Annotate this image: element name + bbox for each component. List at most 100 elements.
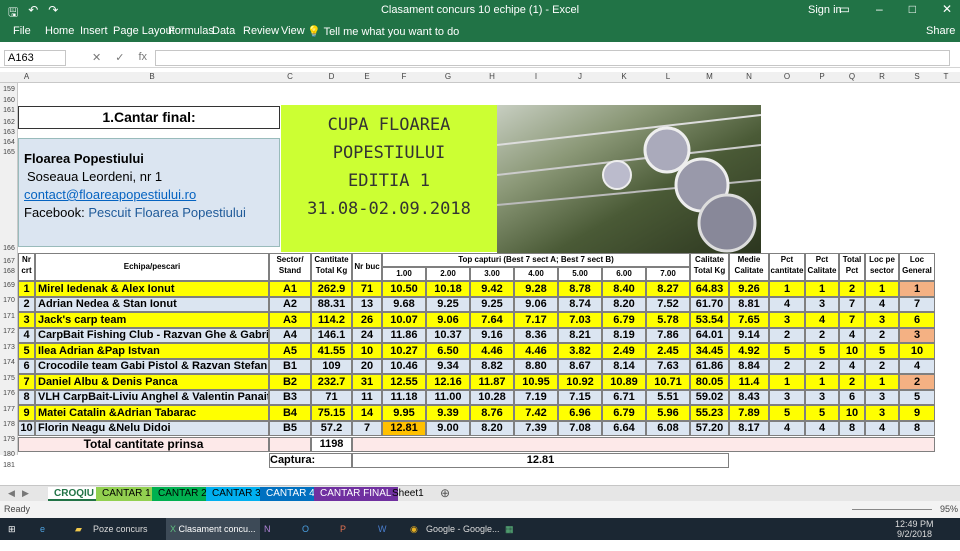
team-loc-sector[interactable]: 4 [865, 421, 899, 436]
col-header[interactable]: C [269, 72, 311, 81]
team-medie[interactable]: 9.26 [729, 281, 769, 297]
team-stand[interactable]: B2 [269, 374, 311, 390]
team-total-kg[interactable]: 262.9 [311, 281, 352, 297]
header-total-pct[interactable]: Total Pct [839, 253, 865, 281]
tab-view[interactable]: View [281, 25, 305, 37]
close-icon[interactable]: ✕ [942, 2, 952, 16]
team-nr[interactable]: 7 [18, 374, 35, 390]
team-top-capture[interactable]: 4.46 [514, 343, 558, 359]
row-header[interactable]: 163 [0, 129, 18, 136]
team-pct-cant[interactable]: 5 [769, 343, 805, 359]
col-header[interactable]: S [899, 72, 935, 81]
team-nr[interactable]: 2 [18, 297, 35, 312]
header-top-col[interactable]: 3.00 [470, 267, 514, 281]
team-calitate[interactable]: 57.20 [690, 421, 729, 436]
team-top-capture[interactable]: 8.80 [514, 359, 558, 374]
team-calitate[interactable]: 61.86 [690, 359, 729, 374]
team-total-pct[interactable]: 10 [839, 405, 865, 421]
team-loc-sector[interactable]: 1 [865, 281, 899, 297]
share-button[interactable]: Share [926, 25, 955, 37]
team-total-pct[interactable]: 7 [839, 312, 865, 328]
team-nr[interactable]: 5 [18, 343, 35, 359]
team-top-capture[interactable]: 7.19 [514, 390, 558, 405]
taskbar-item-folder[interactable]: Poze concurs [93, 518, 148, 540]
team-pct-cal[interactable]: 3 [805, 390, 839, 405]
team-top-capture[interactable]: 10.18 [426, 281, 470, 297]
team-medie[interactable]: 8.81 [729, 297, 769, 312]
header-pct-cal[interactable]: Pct Calitate [805, 253, 839, 281]
team-top-capture[interactable]: 8.36 [514, 328, 558, 343]
team-total-kg[interactable]: 75.15 [311, 405, 352, 421]
team-top-capture[interactable]: 12.81 [382, 421, 426, 436]
team-nr-buc[interactable]: 13 [352, 297, 382, 312]
team-top-capture[interactable]: 10.95 [514, 374, 558, 390]
col-header[interactable]: A [18, 72, 35, 81]
col-header[interactable]: F [382, 72, 426, 81]
row-header[interactable]: 177 [0, 406, 18, 413]
col-header[interactable]: B [35, 72, 269, 81]
team-pct-cal[interactable]: 2 [805, 359, 839, 374]
team-total-kg[interactable]: 146.1 [311, 328, 352, 343]
taskbar-item-chrome[interactable]: Google - Google... [426, 518, 500, 540]
contact-email-link[interactable]: contact@floareapopestiului.ro [24, 187, 196, 202]
row-header[interactable]: 172 [0, 328, 18, 335]
row-header[interactable]: 179 [0, 436, 18, 443]
captura-value[interactable]: 12.81 [352, 453, 729, 468]
team-top-capture[interactable]: 12.55 [382, 374, 426, 390]
header-top-col[interactable]: 2.00 [426, 267, 470, 281]
name-box[interactable]: A163 [4, 50, 66, 66]
team-loc-general[interactable]: 2 [899, 374, 935, 390]
tab-review[interactable]: Review [243, 25, 279, 37]
team-pct-cal[interactable]: 4 [805, 312, 839, 328]
team-pct-cant[interactable]: 3 [769, 390, 805, 405]
team-name[interactable]: Florin Neagu &Nelu Didoi [35, 421, 269, 436]
team-top-capture[interactable]: 9.06 [426, 312, 470, 328]
tab-next-icon[interactable]: ▶ [22, 488, 29, 499]
team-top-capture[interactable]: 9.00 [426, 421, 470, 436]
team-pct-cant[interactable]: 2 [769, 359, 805, 374]
team-loc-general[interactable]: 10 [899, 343, 935, 359]
team-top-capture[interactable]: 8.78 [558, 281, 602, 297]
sheet-tab-croqiu[interactable]: CROQIU [48, 487, 100, 501]
team-top-capture[interactable]: 8.27 [646, 281, 690, 297]
tell-me-search[interactable]: 💡 Tell me what you want to do [307, 25, 459, 38]
team-top-capture[interactable]: 7.64 [470, 312, 514, 328]
zoom-slider[interactable] [852, 509, 932, 510]
team-stand[interactable]: B5 [269, 421, 311, 436]
header-top-capturi[interactable]: Top capturi (Best 7 sect A; Best 7 sect … [382, 253, 690, 267]
team-nr-buc[interactable]: 26 [352, 312, 382, 328]
taskbar-item-excel[interactable]: X Clasament concu... [166, 518, 260, 540]
team-top-capture[interactable]: 9.34 [426, 359, 470, 374]
sheet-tab-cantar-3[interactable]: CANTAR 3 [206, 487, 267, 501]
add-sheet-icon[interactable]: ⊕ [440, 486, 450, 500]
team-total-kg[interactable]: 41.55 [311, 343, 352, 359]
total-label[interactable]: Total cantitate prinsa [18, 437, 269, 452]
team-top-capture[interactable]: 12.16 [426, 374, 470, 390]
onenote-icon[interactable]: N [264, 518, 271, 540]
tab-prev-icon[interactable]: ◀ [8, 488, 15, 499]
team-top-capture[interactable]: 6.64 [602, 421, 646, 436]
team-nr-buc[interactable]: 7 [352, 421, 382, 436]
team-stand[interactable]: B1 [269, 359, 311, 374]
start-icon[interactable]: ⊞ [8, 518, 16, 540]
team-total-kg[interactable]: 71 [311, 390, 352, 405]
team-top-capture[interactable]: 7.86 [646, 328, 690, 343]
team-top-capture[interactable]: 9.95 [382, 405, 426, 421]
team-stand[interactable]: A2 [269, 297, 311, 312]
team-total-pct[interactable]: 4 [839, 328, 865, 343]
team-top-capture[interactable]: 7.08 [558, 421, 602, 436]
team-calitate[interactable]: 80.05 [690, 374, 729, 390]
sign-in-link[interactable]: Sign in [808, 4, 842, 16]
team-pct-cant[interactable]: 1 [769, 281, 805, 297]
team-pct-cant[interactable]: 3 [769, 312, 805, 328]
team-nr-buc[interactable]: 14 [352, 405, 382, 421]
minimize-icon[interactable]: – [876, 2, 883, 16]
col-header[interactable]: D [311, 72, 352, 81]
header-top-col[interactable]: 7.00 [646, 267, 690, 281]
team-loc-general[interactable]: 3 [899, 328, 935, 343]
team-top-capture[interactable]: 6.79 [602, 312, 646, 328]
row-header[interactable]: 162 [0, 119, 18, 126]
team-name[interactable]: Mirel Iedenak & Alex Ionut [35, 281, 269, 297]
team-top-capture[interactable]: 10.27 [382, 343, 426, 359]
tab-insert[interactable]: Insert [80, 25, 108, 37]
